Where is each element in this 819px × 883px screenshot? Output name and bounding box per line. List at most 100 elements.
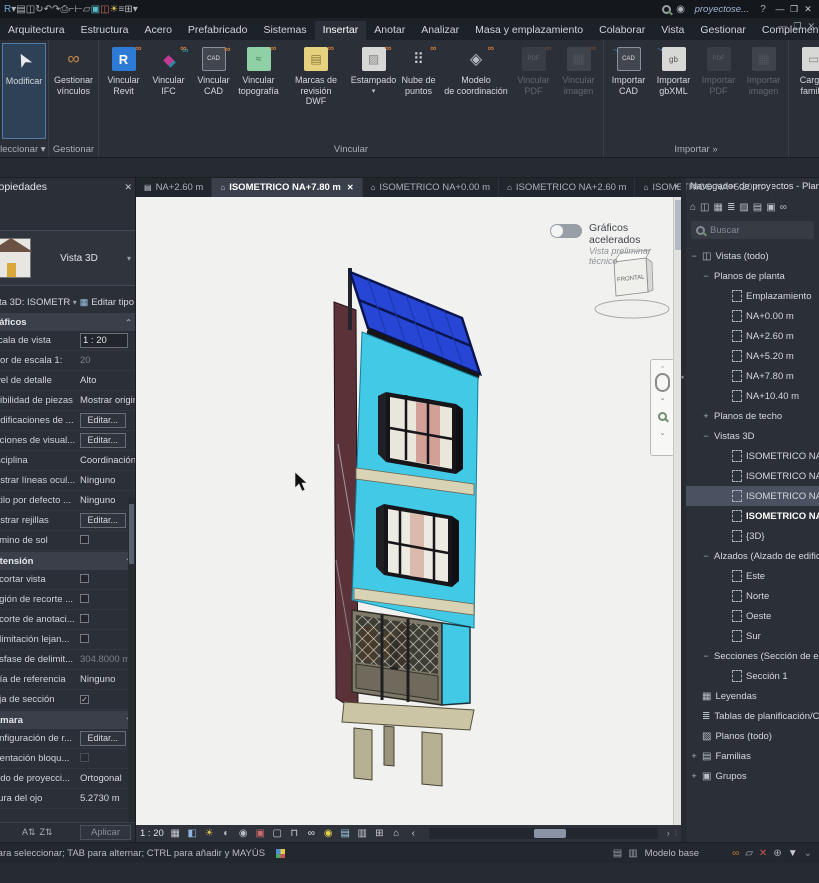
show-crop-region-icon[interactable]: ▢ <box>271 828 284 839</box>
temporary-hide-isolate-icon[interactable]: ∞ <box>305 828 318 839</box>
link-cad-button[interactable]: ∞Vincular CAD <box>191 43 236 96</box>
ribbon-tab-acero[interactable]: Acero <box>136 21 179 40</box>
checkbox[interactable] <box>80 574 89 583</box>
search-input[interactable] <box>710 225 790 236</box>
views-icon[interactable]: ▦ <box>714 202 723 213</box>
ribbon-tab-arquitectura[interactable]: Arquitectura <box>0 21 73 40</box>
checkbox[interactable]: ✓ <box>80 695 89 704</box>
edit-button[interactable]: Editar... <box>80 513 126 528</box>
section-header[interactable]: Cámara⌃ <box>0 711 136 729</box>
tree-item[interactable]: Este <box>686 566 819 586</box>
restore-icon[interactable]: ❐ <box>787 4 801 15</box>
chevron-down-icon[interactable]: ⌄ <box>660 394 666 402</box>
shadows-icon[interactable]: ◐ <box>220 828 233 839</box>
link-ifc-button[interactable]: ∞Vincular IFC <box>146 43 191 96</box>
tree-item[interactable]: −Alzados (Alzado de edificio) <box>686 546 819 566</box>
browser-search[interactable] <box>691 221 814 239</box>
decal-button[interactable]: ∞Estampado▾ <box>351 43 396 95</box>
tree-item[interactable]: Norte <box>686 586 819 606</box>
families-icon[interactable]: ▤ <box>753 202 762 213</box>
constraints-icon[interactable]: ⊞ <box>373 828 386 839</box>
collapse-icon[interactable]: − <box>702 431 710 441</box>
edit-button[interactable]: Editar... <box>80 413 126 428</box>
help-icon[interactable]: ? <box>755 4 771 15</box>
modify-button[interactable]: Modificar <box>2 43 46 139</box>
ribbon-tab-vista[interactable]: Vista <box>653 21 692 40</box>
section-header[interactable]: Gráficos⌃ <box>0 313 136 331</box>
tree-item[interactable]: NA+7.80 m <box>686 366 819 386</box>
ribbon-tab-sistemas[interactable]: Sistemas <box>255 21 314 40</box>
panel-label[interactable]: Vincular <box>99 142 603 157</box>
ribbon-tab-colaborar[interactable]: Colaborar <box>591 21 653 40</box>
checkbox[interactable] <box>80 634 89 643</box>
ribbon-tab-insertar[interactable]: Insertar <box>315 21 367 40</box>
toggle-switch[interactable] <box>550 224 582 238</box>
dwf-markup-button[interactable]: ∞Marcas de revisión DWF <box>281 43 351 107</box>
ribbon-tab-estructura[interactable]: Estructura <box>73 21 137 40</box>
doc-close-icon[interactable]: ✕ <box>807 21 815 32</box>
tree-item[interactable]: −Secciones (Sección de edificio) <box>686 646 819 666</box>
tree-item[interactable]: NA+2.60 m <box>686 326 819 346</box>
reveal-hidden-elements-icon[interactable]: ◉ <box>322 828 335 839</box>
close-tab-icon[interactable]: ✕ <box>347 183 354 192</box>
tree-item[interactable]: NA+10.40 m <box>686 386 819 406</box>
tree-item[interactable]: {3D} <box>686 526 819 546</box>
point-cloud-button[interactable]: ∞Nube de puntos <box>396 43 441 96</box>
panel-label[interactable]: Cargar desde biblioteca <box>789 142 819 157</box>
close-icon[interactable]: ✕ <box>124 182 132 193</box>
chevron-down-icon[interactable]: ⌄ <box>660 429 666 437</box>
property-input[interactable] <box>80 333 128 348</box>
chevron-down-icon[interactable]: ▾ <box>127 254 131 263</box>
sort-ascending-icon[interactable]: A⇅ <box>4 827 36 838</box>
tree-item[interactable]: Sección 1 <box>686 666 819 686</box>
building-facade[interactable] <box>352 332 478 628</box>
property-value[interactable]: Coordinación <box>80 455 136 466</box>
zoom-icon[interactable] <box>658 412 667 421</box>
tree-item[interactable]: +Planos de techo <box>686 406 819 426</box>
property-value[interactable] <box>80 333 136 348</box>
tree-item[interactable]: +▤Familias <box>686 746 819 766</box>
storefront[interactable] <box>352 610 470 705</box>
view-tab[interactable]: ⌂ISOMETRICO NA+5.20 m <box>635 178 771 197</box>
tree-item[interactable]: ISOMETRICO NA+5.20 m <box>686 486 819 506</box>
tree-item[interactable]: ISOMETRICO NA+7.80 m <box>686 506 819 526</box>
hide-analytical-model-icon[interactable]: ▥ <box>356 828 369 839</box>
links-icon[interactable]: ∞ <box>780 202 787 213</box>
design-options-icon[interactable]: ▱ <box>745 848 753 859</box>
tree-item[interactable]: ISOMETRICO NA+0.00 m <box>686 446 819 466</box>
aligned-dimension-icon[interactable]: ⊢ <box>74 4 83 15</box>
property-value[interactable]: Mostrar original <box>80 395 136 406</box>
sun-path-icon[interactable]: ☀ <box>203 828 216 839</box>
property-value[interactable]: Ninguno <box>80 475 136 486</box>
crop-icon[interactable]: ◫ <box>700 202 709 213</box>
sheets-icon[interactable]: ▨ <box>739 202 748 213</box>
expand-icon[interactable]: + <box>690 771 698 781</box>
ribbon-tab-gestionar[interactable]: Gestionar <box>692 21 754 40</box>
checkbox[interactable] <box>80 594 89 603</box>
filter-icon[interactable]: ▼ <box>788 848 798 859</box>
navigation-bar[interactable]: ▫ ⌄ ⌄ <box>650 359 675 456</box>
type-selector[interactable]: Vista 3D ▾ <box>0 230 136 286</box>
expand-icon[interactable]: + <box>690 751 698 761</box>
edit-type-button[interactable]: ▦ Editar tipo <box>80 297 134 308</box>
panel-label[interactable]: Importar » <box>604 142 788 157</box>
chevron-down-icon[interactable]: ▾ <box>73 298 77 307</box>
properties-scrollbar[interactable] <box>128 498 135 842</box>
panel-label[interactable]: Gestionar <box>49 142 98 157</box>
worksharing-display-icon[interactable]: ⌂ <box>390 828 403 839</box>
close-icon[interactable]: ✕ <box>801 4 815 15</box>
default-3d-view-icon[interactable]: ▣ <box>91 4 100 15</box>
section-header[interactable]: Extensión⌃ <box>0 552 136 570</box>
sort-grouped-icon[interactable]: Z⇅ <box>40 827 53 838</box>
instance-selector[interactable]: Vista 3D: ISOMETRICO NA+7.8 <box>0 297 70 308</box>
save-icon[interactable]: ◫ <box>26 4 35 15</box>
collapse-chevron-icon[interactable]: ‹ <box>407 828 420 839</box>
groups-icon[interactable]: ▣ <box>766 202 775 213</box>
temporary-view-properties-icon[interactable]: ▤ <box>339 828 352 839</box>
schedules-icon[interactable]: ≣ <box>727 202 735 213</box>
navbar-pin-icon[interactable]: ▫ <box>661 364 663 371</box>
view-tab-overflow-icon[interactable]: ▾ <box>674 182 678 191</box>
horizontal-scrollbar[interactable] <box>429 828 658 839</box>
ribbon-tab-prefabricado[interactable]: Prefabricado <box>180 21 256 40</box>
property-value[interactable]: Alto <box>80 375 136 386</box>
